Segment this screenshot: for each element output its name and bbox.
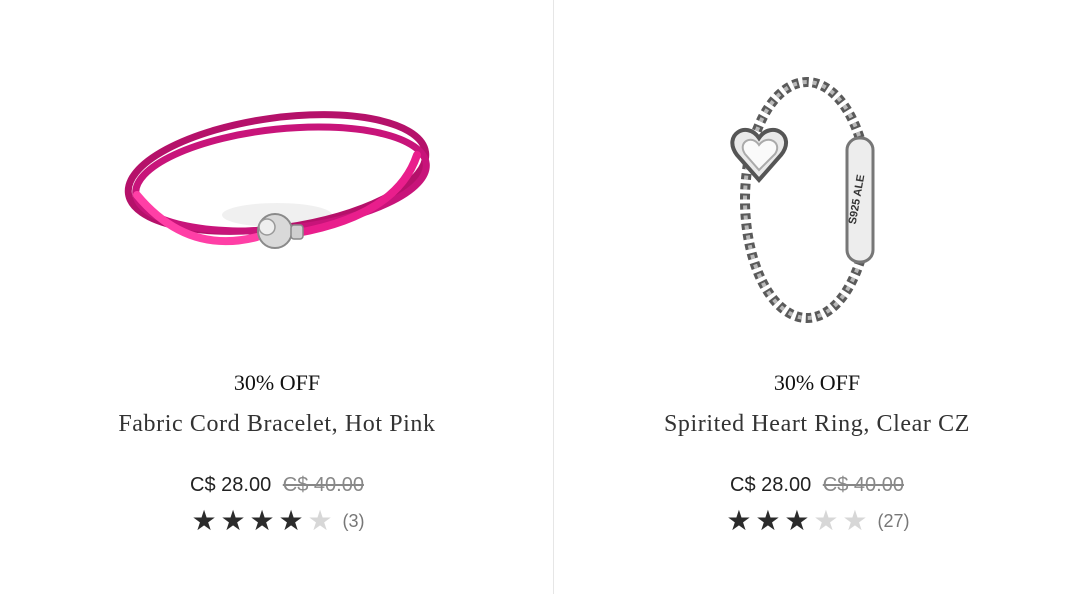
review-count[interactable]: (3) — [343, 511, 365, 532]
price-block: C$ 28.00 C$ 40.00 — [0, 474, 554, 497]
star-empty-icon: ★ — [307, 504, 333, 537]
price-block: C$ 28.00 C$ 40.00 — [554, 474, 1080, 497]
star-filled-icon: ★ — [191, 504, 217, 537]
discount-badge: 30% OFF — [773, 370, 861, 395]
star-filled-icon: ★ — [249, 504, 275, 537]
star-filled-icon: ★ — [755, 504, 781, 537]
review-count[interactable]: (27) — [877, 511, 909, 532]
rating-stars[interactable]: ★ ★ ★ ★ ★ (27) — [554, 506, 1080, 536]
star-empty-icon: ★ — [813, 504, 839, 537]
sale-price: C$ 28.00 — [730, 474, 812, 496]
star-filled-icon: ★ — [784, 504, 810, 537]
ring-icon: S925 ALE — [730, 77, 875, 323]
star-filled-icon: ★ — [726, 504, 752, 537]
product-image-link[interactable]: S925 ALE — [554, 55, 1080, 355]
product-name[interactable]: Fabric Cord Bracelet, Hot Pink — [0, 411, 554, 438]
bracelet-icon — [124, 111, 430, 249]
sale-price: C$ 28.00 — [190, 474, 272, 496]
star-filled-icon: ★ — [220, 504, 246, 537]
product-card-ring[interactable]: S925 ALE 30% OFF Spirited Heart Ring, Cl… — [554, 0, 1080, 594]
original-price: C$ 40.00 — [282, 474, 364, 496]
star-filled-icon: ★ — [278, 504, 304, 537]
product-name[interactable]: Spirited Heart Ring, Clear CZ — [554, 411, 1080, 438]
rating-stars[interactable]: ★ ★ ★ ★ ★ (3) — [0, 506, 554, 536]
product-card-bracelet[interactable]: 30% OFF Fabric Cord Bracelet, Hot Pink C… — [0, 0, 554, 594]
discount-badge: 30% OFF — [233, 370, 321, 395]
original-price: C$ 40.00 — [822, 474, 904, 496]
star-empty-icon: ★ — [842, 504, 868, 537]
product-image-link[interactable] — [0, 55, 554, 355]
product-grid: 30% OFF Fabric Cord Bracelet, Hot Pink C… — [0, 0, 1080, 594]
